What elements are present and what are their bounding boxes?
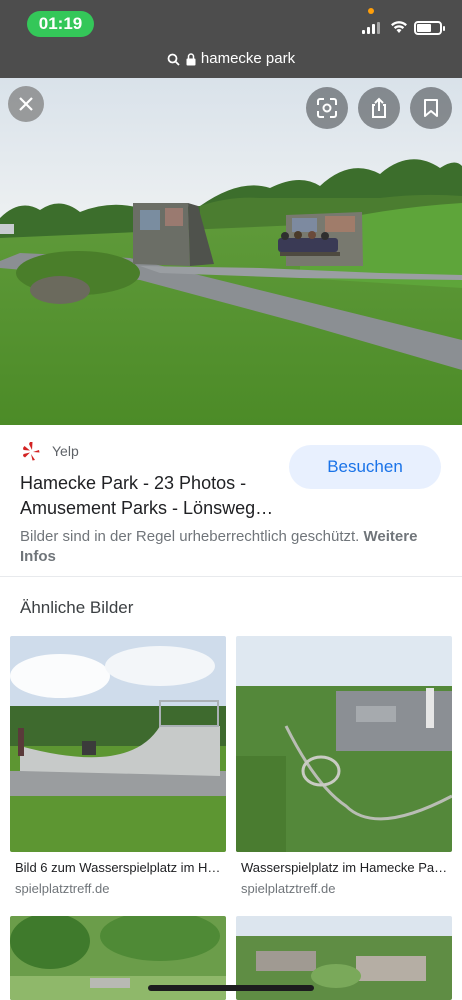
google-lens-button[interactable] [306,87,348,129]
similar-image-domain: spielplatztreff.de [15,881,110,896]
visit-button[interactable]: Besuchen [289,445,441,489]
similar-image-thumbnail[interactable] [236,636,452,852]
status-time: 01:19 [27,11,94,37]
park-photo [0,78,462,425]
copyright-notice: Bilder sind in der Regel urheberrechtlic… [20,527,445,567]
similar-image-thumbnail[interactable] [10,636,226,852]
aerial-park-photo [236,636,452,852]
google-lens-icon [317,98,337,118]
skate-ramp-photo [10,636,226,852]
result-source[interactable]: Yelp [20,440,79,462]
home-indicator[interactable] [148,985,314,991]
close-button[interactable] [8,86,44,122]
url-text: hamecke park [200,50,296,67]
wifi-icon [391,21,407,33]
result-title[interactable]: Hamecke Park - 23 Photos - Amusement Par… [20,471,290,521]
lock-icon [186,52,196,66]
main-image[interactable] [0,78,462,425]
source-name: Yelp [52,443,79,459]
address-bar[interactable]: hamecke park [0,48,462,70]
similar-images-heading: Ähnliche Bilder [20,598,134,617]
share-button[interactable] [358,87,400,129]
similar-image-domain: spielplatztreff.de [241,881,336,896]
divider [0,576,462,577]
battery-icon [414,21,445,35]
camera-indicator-icon [368,8,374,14]
search-icon [167,53,180,66]
similar-image-caption: Bild 6 zum Wasserspielplatz im H… [15,860,221,875]
save-button[interactable] [410,87,452,129]
similar-image-card[interactable]: Bild 6 zum Wasserspielplatz im H… spielp… [10,636,226,896]
yelp-logo-icon [23,442,40,461]
copyright-text: Bilder sind in der Regel urheberrechtlic… [20,528,360,545]
similar-image-caption: Wasserspielplatz im Hamecke Pa… [241,860,448,875]
bookmark-icon [424,99,438,117]
browser-top-bar: 01:19 hamecke park [0,0,462,78]
cellular-signal-icon [362,22,382,34]
close-icon [19,97,33,111]
share-icon [372,97,386,118]
similar-image-card[interactable]: Wasserspielplatz im Hamecke Pa… spielpla… [236,636,452,896]
